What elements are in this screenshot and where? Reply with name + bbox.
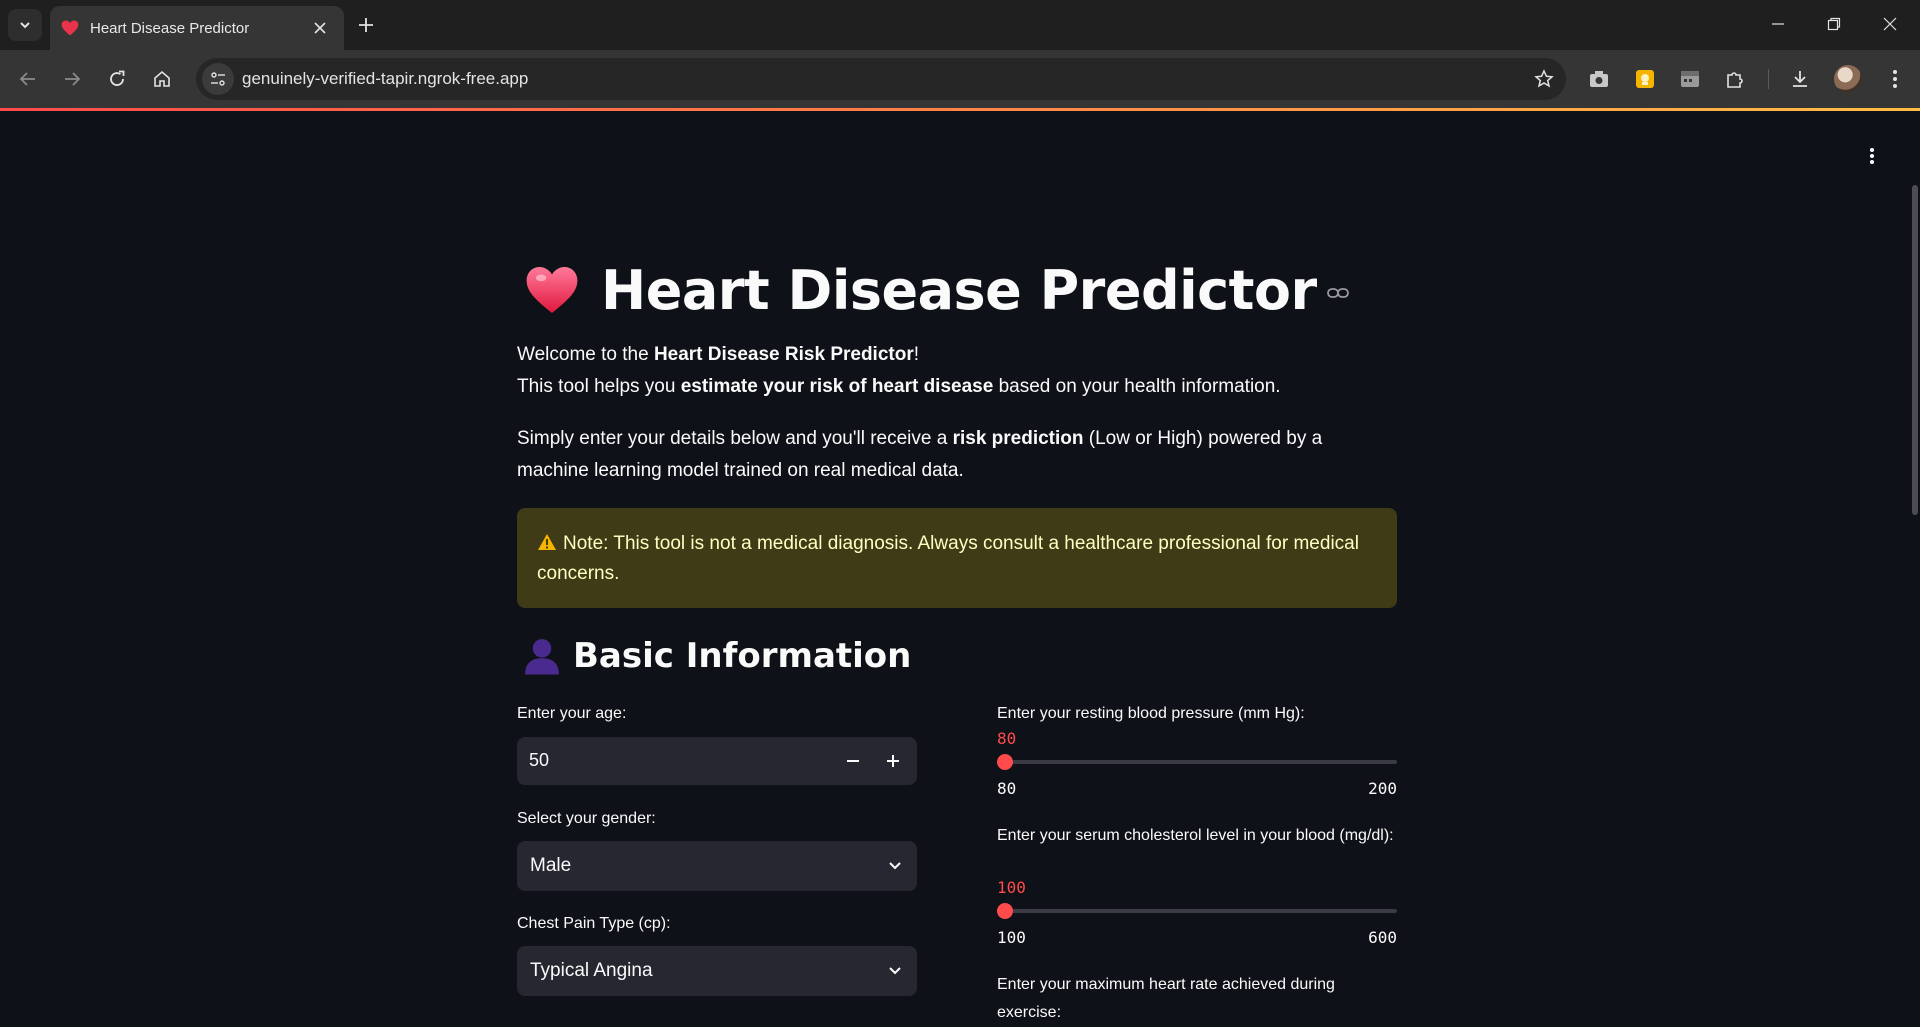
camera-extension-icon[interactable] bbox=[1584, 64, 1614, 94]
tab-strip: Heart Disease Predictor bbox=[0, 0, 1920, 50]
alert-text: Note: This tool is not a medical diagnos… bbox=[537, 533, 1359, 584]
restore-icon[interactable] bbox=[1806, 0, 1862, 48]
app-menu-dots-icon[interactable] bbox=[1860, 144, 1884, 168]
tab-title: Heart Disease Predictor bbox=[90, 20, 250, 37]
gender-label: Select your gender: bbox=[517, 810, 656, 827]
home-icon[interactable] bbox=[146, 63, 178, 95]
hr-label: Enter your maximum heart rate achieved d… bbox=[997, 976, 1335, 1021]
age-increment-button[interactable] bbox=[873, 737, 913, 785]
chol-current-value: 100 bbox=[997, 878, 1026, 897]
yellow-extension-icon[interactable] bbox=[1630, 64, 1660, 94]
intro-bold-text: risk prediction bbox=[952, 428, 1084, 449]
tab-close-icon[interactable] bbox=[308, 16, 332, 40]
age-value[interactable]: 50 bbox=[529, 750, 549, 771]
calendar-extension-icon[interactable] bbox=[1675, 64, 1705, 94]
site-info-icon[interactable] bbox=[202, 63, 234, 95]
url-text[interactable]: genuinely-verified-tapir.ngrok-free.app bbox=[242, 69, 528, 89]
warning-alert: Note: This tool is not a medical diagnos… bbox=[517, 508, 1397, 608]
age-label: Enter your age: bbox=[517, 705, 627, 722]
heart-icon bbox=[526, 267, 578, 313]
browser-toolbar: genuinely-verified-tapir.ngrok-free.app bbox=[0, 50, 1920, 108]
app-header-decoration bbox=[0, 108, 1920, 111]
chevron-down-icon bbox=[20, 22, 30, 29]
bp-slider-thumb[interactable] bbox=[997, 754, 1013, 770]
bp-slider-track[interactable] bbox=[997, 760, 1397, 764]
puzzle-extensions-icon[interactable] bbox=[1720, 64, 1750, 94]
anchor-link-icon[interactable] bbox=[1326, 286, 1349, 300]
title-row: Heart Disease Predictor bbox=[523, 250, 1349, 330]
intro-text: This tool helps you bbox=[517, 376, 681, 397]
minimize-icon[interactable] bbox=[1750, 0, 1806, 48]
chevron-down-icon bbox=[889, 967, 901, 975]
plus-icon bbox=[887, 755, 899, 767]
chol-slider-track[interactable] bbox=[997, 909, 1397, 913]
bp-max: 200 bbox=[1368, 779, 1397, 798]
intro-text: Simply enter your details below and you'… bbox=[517, 428, 953, 449]
bp-min: 80 bbox=[997, 779, 1017, 798]
minus-icon bbox=[847, 760, 859, 762]
chol-slider[interactable]: 100 100 600 bbox=[997, 878, 1397, 958]
warning-icon bbox=[538, 534, 556, 550]
age-decrement-button[interactable] bbox=[833, 737, 873, 785]
active-tab[interactable]: Heart Disease Predictor bbox=[50, 6, 344, 50]
chest-pain-select[interactable]: Typical Angina bbox=[517, 946, 917, 996]
new-tab-plus-icon[interactable] bbox=[352, 11, 380, 39]
section-header: Basic Information bbox=[523, 636, 911, 676]
profile-avatar[interactable] bbox=[1834, 65, 1862, 93]
intro-text: Welcome to the bbox=[517, 344, 654, 365]
section-title: Basic Information bbox=[573, 636, 912, 676]
chol-max: 600 bbox=[1368, 928, 1397, 947]
tab-search-button[interactable] bbox=[8, 9, 42, 41]
bp-slider[interactable]: 80 80 200 bbox=[997, 729, 1397, 809]
intro-text: ! bbox=[913, 344, 920, 365]
intro-paragraph-1: Welcome to the Heart Disease Risk Predic… bbox=[517, 339, 1397, 403]
age-number-input[interactable]: 50 bbox=[517, 737, 917, 785]
bookmark-star-icon[interactable] bbox=[1532, 67, 1556, 91]
bp-current-value: 80 bbox=[997, 729, 1017, 748]
download-icon[interactable] bbox=[1785, 64, 1815, 94]
gender-select[interactable]: Male bbox=[517, 841, 917, 891]
chest-pain-value: Typical Angina bbox=[530, 960, 653, 981]
page-scrollbar[interactable] bbox=[1912, 185, 1918, 515]
address-bar[interactable]: genuinely-verified-tapir.ngrok-free.app bbox=[196, 58, 1566, 100]
chest-pain-label: Chest Pain Type (cp): bbox=[517, 915, 671, 932]
page-title: Heart Disease Predictor bbox=[601, 258, 1317, 322]
window-close-icon[interactable] bbox=[1862, 0, 1918, 48]
bp-label: Enter your resting blood pressure (mm Hg… bbox=[997, 705, 1305, 722]
back-arrow-icon[interactable] bbox=[12, 63, 44, 95]
chevron-down-icon bbox=[889, 862, 901, 870]
intro-text: based on your health information. bbox=[993, 376, 1281, 397]
chol-slider-thumb[interactable] bbox=[997, 903, 1013, 919]
intro-bold-text: estimate your risk of heart disease bbox=[680, 376, 994, 397]
toolbar-separator bbox=[1768, 69, 1769, 89]
chol-min: 100 bbox=[997, 928, 1026, 947]
person-silhouette-icon bbox=[525, 639, 559, 675]
heart-favicon-icon bbox=[61, 20, 79, 36]
intro-paragraph-2: Simply enter your details below and you'… bbox=[517, 423, 1397, 487]
browser-menu-dots-icon[interactable] bbox=[1880, 64, 1910, 94]
chol-label: Enter your serum cholesterol level in yo… bbox=[997, 827, 1394, 844]
gender-value: Male bbox=[530, 855, 572, 876]
reload-icon[interactable] bbox=[101, 63, 133, 95]
intro-bold-text: Heart Disease Risk Predictor bbox=[653, 344, 914, 365]
forward-arrow-icon[interactable] bbox=[56, 63, 88, 95]
